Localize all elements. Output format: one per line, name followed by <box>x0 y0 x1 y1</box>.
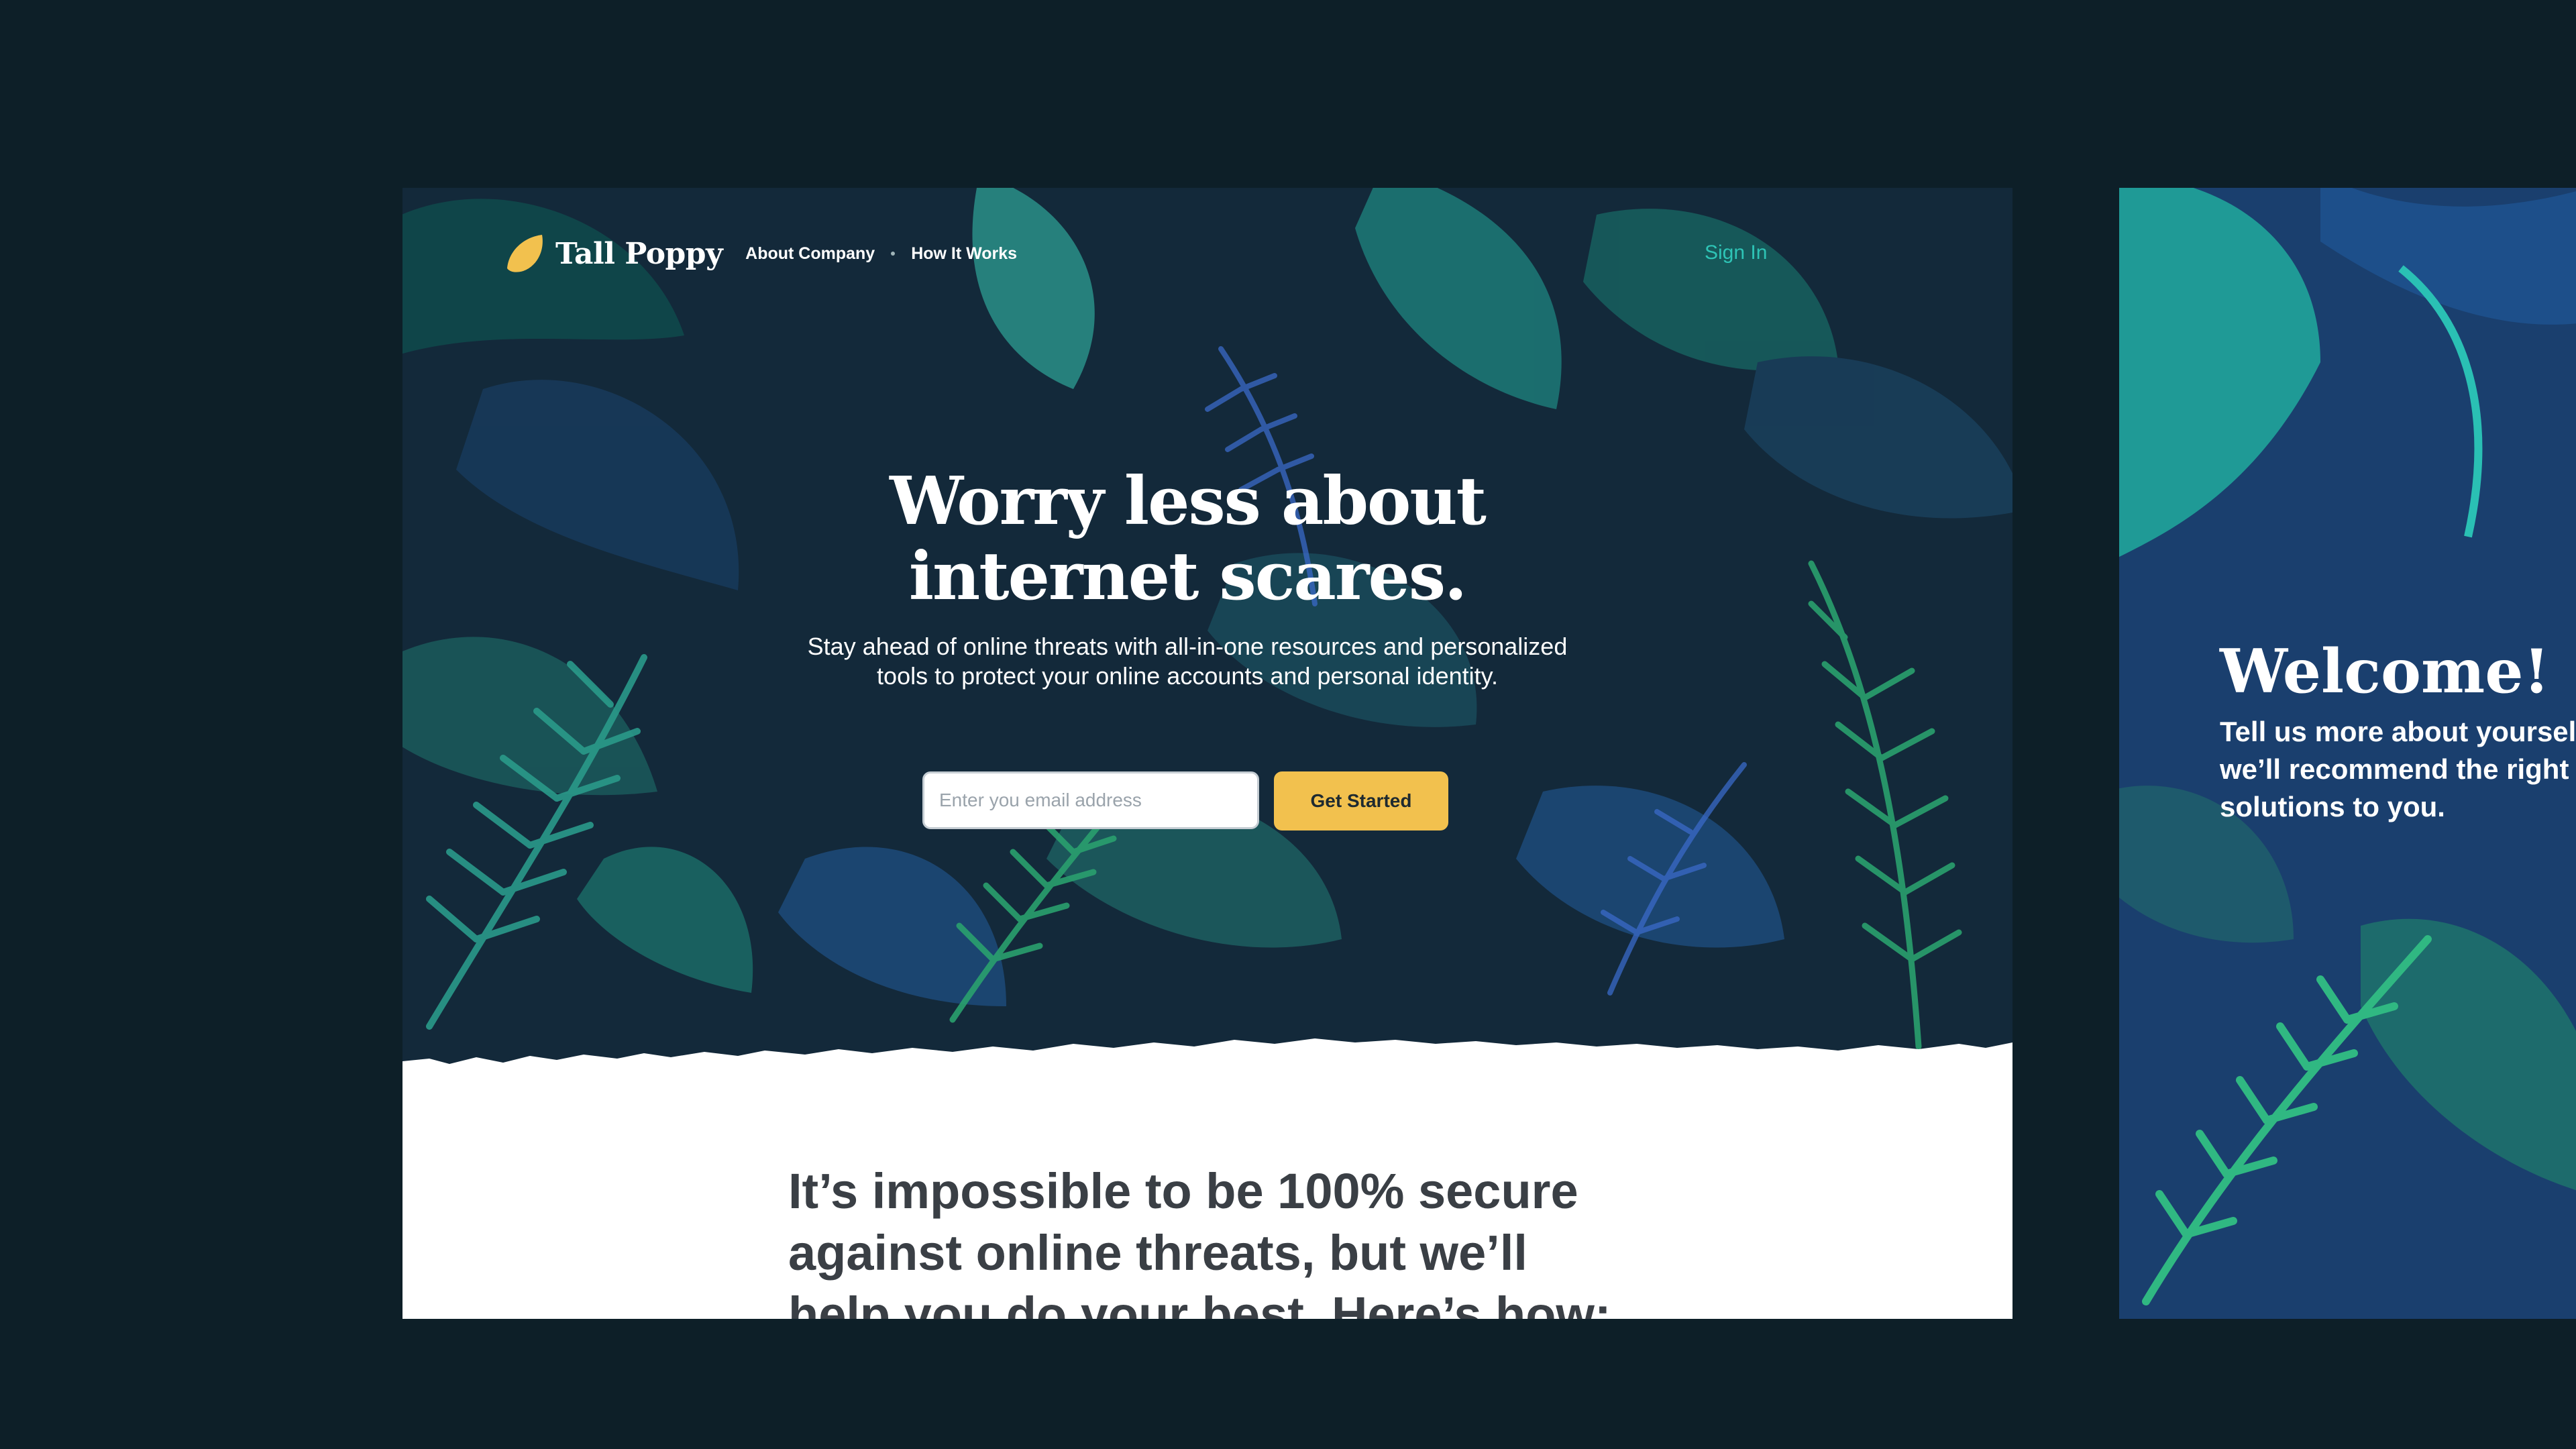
hero-subtext: Stay ahead of online threats with all-in… <box>402 632 1972 691</box>
secure-heading-line: It’s impossible to be 100% secure <box>788 1163 1578 1219</box>
hero-section: Tall Poppy About Company How It Works Si… <box>402 188 2012 1073</box>
sign-in-link[interactable]: Sign In <box>1705 241 1767 264</box>
welcome-title: Welcome! <box>2220 636 2551 707</box>
secure-section-heading: It’s impossible to be 100% secure agains… <box>788 1161 1727 1319</box>
jungle-background <box>402 188 2012 1050</box>
landing-page-frame: Tall Poppy About Company How It Works Si… <box>402 188 2012 1319</box>
nav-link-how-it-works[interactable]: How It Works <box>911 244 1017 264</box>
nav-separator-dot <box>891 252 896 256</box>
email-input[interactable] <box>922 771 1259 829</box>
top-nav: Tall Poppy About Company How It Works <box>503 227 1017 280</box>
secure-heading-line: against online threats, but we’ll <box>788 1225 1527 1281</box>
hero-subtext-line: tools to protect your online accounts an… <box>877 662 1498 690</box>
hero-headline: Worry less about internet scares. <box>402 464 1972 614</box>
welcome-description-line: solutions to you. <box>2220 791 2445 822</box>
secure-heading-line: help you do your best. Here’s how: <box>788 1287 1611 1319</box>
get-started-button[interactable]: Get Started <box>1274 771 1448 830</box>
hero-subtext-line: Stay ahead of online threats with all-in… <box>807 633 1568 660</box>
hero-headline-line: Worry less about <box>890 463 1487 540</box>
welcome-description-line: we’ll recommend the right <box>2220 753 2569 785</box>
welcome-description-line: Tell us more about yourself and <box>2220 716 2576 747</box>
hero-headline-line: internet scares. <box>908 538 1467 615</box>
welcome-description: Tell us more about yourself and we’ll re… <box>2220 713 2576 826</box>
nav-link-about-company[interactable]: About Company <box>745 244 875 264</box>
torn-paper-edge <box>402 1038 2012 1073</box>
brand-name[interactable]: Tall Poppy <box>555 237 723 271</box>
poppy-logo-icon <box>507 235 543 272</box>
welcome-page-frame: Welcome! Tell us more about yourself and… <box>2119 188 2576 1319</box>
